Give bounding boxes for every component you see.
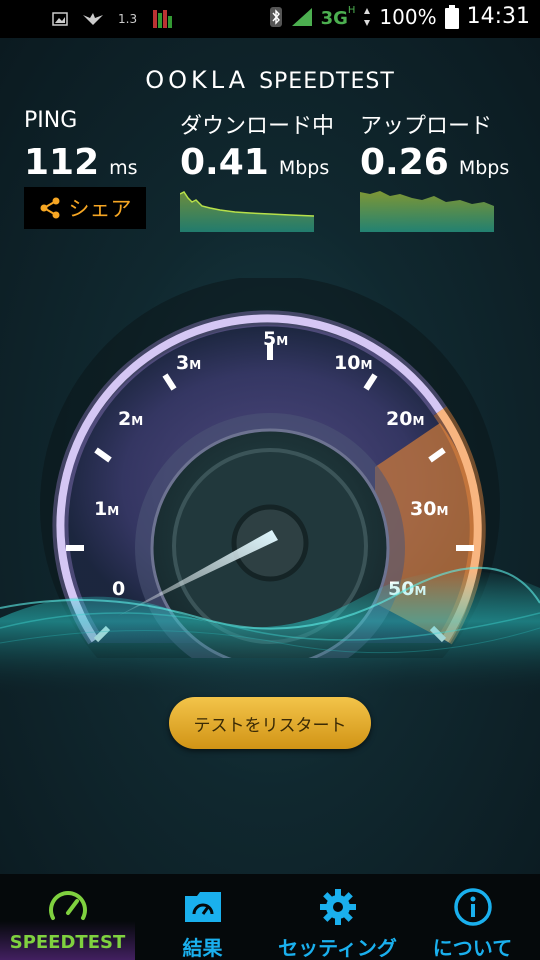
wave-decoration — [0, 566, 540, 698]
nav-results-label: 結果 — [182, 936, 223, 960]
level-icon — [153, 10, 173, 28]
share-icon — [40, 197, 59, 219]
status-left-icons: 1.3 — [52, 8, 173, 30]
download-value: 0.41 — [180, 142, 269, 183]
data-arrows-icon — [364, 7, 371, 26]
nav-settings[interactable]: セッティング — [270, 874, 405, 960]
nav-speedtest[interactable]: SPEEDTEST — [0, 874, 135, 960]
upload-unit: Mbps — [458, 157, 510, 179]
download-label: ダウンロード中 — [180, 114, 335, 139]
speedtest-screen: OOKLA SPEEDTEST PING 112 ms シェア ダウンロード中 0.… — [0, 38, 540, 874]
gauge-label-30m: 30M — [410, 498, 449, 520]
ping-value: 112 — [24, 142, 100, 183]
download-graph — [180, 191, 314, 232]
battery-icon — [444, 4, 459, 29]
nav-about-label: について — [432, 936, 513, 960]
gauge-label-1m: 1M — [94, 498, 120, 520]
nav-results[interactable]: 結果 — [135, 874, 270, 960]
nav-settings-label: セッティング — [278, 936, 397, 960]
app-logo: OOKLA SPEEDTEST — [0, 66, 540, 94]
results-folder-icon — [185, 892, 221, 922]
clock: 14:31 — [466, 4, 530, 29]
upload-graph — [360, 191, 494, 232]
download-unit: Mbps — [278, 157, 330, 179]
status-right: 3GH 100% 14:31 — [269, 4, 530, 29]
status-bar: 1.3 3GH 100% 14:31 — [0, 0, 540, 38]
logo-product: SPEEDTEST — [259, 69, 395, 94]
logo-brand: OOKLA — [145, 66, 250, 94]
ping-value-row: 112 ms — [24, 142, 138, 183]
battery-percent: 100% — [379, 4, 437, 29]
status-text: 1.3 — [118, 12, 138, 26]
upload-label: アップロード — [360, 114, 493, 139]
info-icon — [454, 888, 492, 926]
gauge-label-3m: 3M — [176, 352, 202, 374]
gauge-label-10m: 10M — [334, 352, 373, 374]
share-button[interactable]: シェア — [24, 187, 146, 229]
ping-unit: ms — [109, 157, 138, 179]
upload-value: 0.26 — [360, 142, 449, 183]
nav-speedtest-label: SPEEDTEST — [9, 932, 126, 953]
network-type: 3G — [320, 7, 348, 29]
gear-icon — [320, 889, 356, 925]
gauge-label-2m: 2M — [118, 408, 144, 430]
image-icon — [52, 12, 68, 26]
download-value-row: 0.41 Mbps — [180, 142, 329, 183]
signal-icon — [291, 7, 312, 26]
bluetooth-icon — [269, 6, 282, 27]
bird-icon — [83, 13, 103, 25]
share-label: シェア — [68, 197, 132, 221]
nav-about[interactable]: について — [405, 874, 540, 960]
gauge-label-5m: 5M — [263, 328, 289, 350]
network-sup: H — [347, 4, 356, 16]
upload-value-row: 0.26 Mbps — [360, 142, 509, 183]
speedometer-icon — [49, 891, 87, 920]
gauge-label-20m: 20M — [386, 408, 425, 430]
bottom-navigation: SPEEDTEST 結果 セッティング について — [0, 874, 540, 960]
restart-test-button[interactable]: テストをリスタート — [169, 697, 371, 749]
ping-label: PING — [24, 108, 78, 133]
